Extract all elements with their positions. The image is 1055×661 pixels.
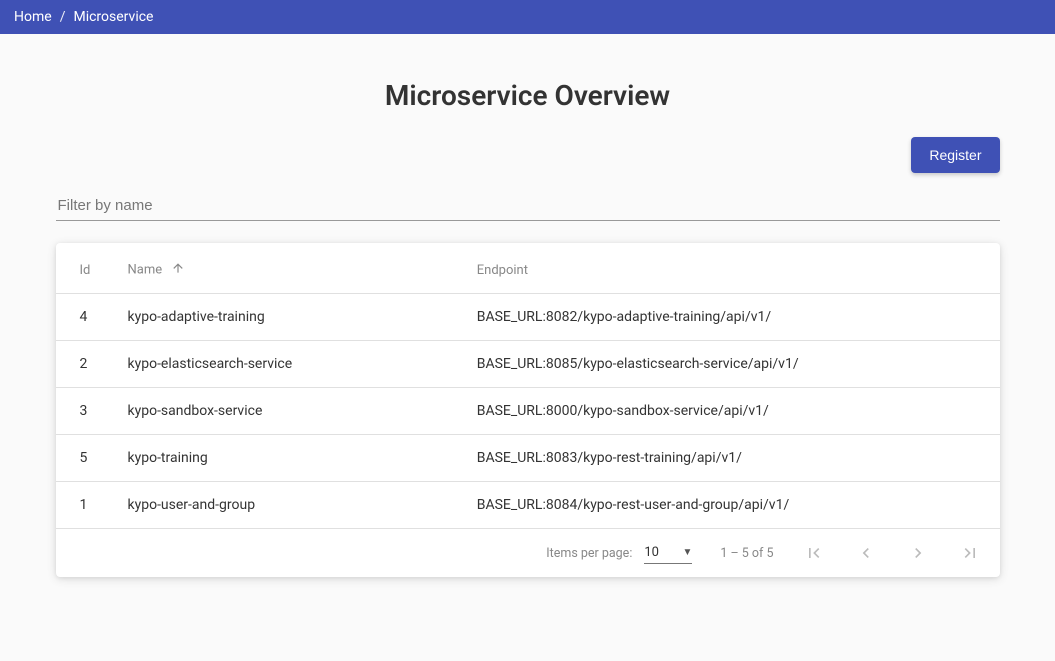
cell-name: kypo-adaptive-training xyxy=(116,294,465,341)
breadcrumb-home-link[interactable]: Home xyxy=(14,9,52,25)
table-row[interactable]: 1kypo-user-and-groupBASE_URL:8084/kypo-r… xyxy=(56,482,1000,529)
cell-endpoint: BASE_URL:8000/kypo-sandbox-service/api/v… xyxy=(465,388,1000,435)
chevron-right-icon xyxy=(908,543,928,563)
cell-name: kypo-user-and-group xyxy=(116,482,465,529)
column-header-name[interactable]: Name xyxy=(116,243,465,294)
cell-endpoint: BASE_URL:8083/kypo-rest-training/api/v1/ xyxy=(465,435,1000,482)
cell-id: 4 xyxy=(56,294,116,341)
microservice-table: Id Name Endpoint 4kypo-adaptive-training… xyxy=(56,243,1000,529)
breadcrumb-current: Microservice xyxy=(73,9,153,25)
table-row[interactable]: 3kypo-sandbox-serviceBASE_URL:8000/kypo-… xyxy=(56,388,1000,435)
breadcrumb-separator: / xyxy=(60,9,66,25)
column-header-name-label: Name xyxy=(128,262,163,277)
register-button[interactable]: Register xyxy=(911,137,999,173)
dropdown-caret-icon: ▼ xyxy=(682,547,692,558)
cell-id: 1 xyxy=(56,482,116,529)
page-size-value: 10 xyxy=(644,545,659,560)
cell-name: kypo-sandbox-service xyxy=(116,388,465,435)
table-row[interactable]: 2kypo-elasticsearch-serviceBASE_URL:8085… xyxy=(56,341,1000,388)
last-page-button[interactable] xyxy=(958,541,982,565)
chevron-left-icon xyxy=(856,543,876,563)
page-range-label: 1 – 5 of 5 xyxy=(720,546,773,561)
sort-ascending-icon xyxy=(171,261,185,279)
cell-id: 5 xyxy=(56,435,116,482)
first-page-icon xyxy=(804,543,824,563)
page-title: Microservice Overview xyxy=(56,79,1000,112)
cell-name: kypo-elasticsearch-service xyxy=(116,341,465,388)
column-header-id[interactable]: Id xyxy=(56,243,116,294)
column-header-endpoint[interactable]: Endpoint xyxy=(465,243,1000,294)
paginator: Items per page: 10 ▼ 1 – 5 of 5 xyxy=(56,529,1000,577)
last-page-icon xyxy=(960,543,980,563)
table-row[interactable]: 5kypo-trainingBASE_URL:8083/kypo-rest-tr… xyxy=(56,435,1000,482)
cell-id: 3 xyxy=(56,388,116,435)
cell-id: 2 xyxy=(56,341,116,388)
next-page-button[interactable] xyxy=(906,541,930,565)
previous-page-button[interactable] xyxy=(854,541,878,565)
items-per-page-label: Items per page: xyxy=(546,546,632,561)
page-size-select[interactable]: 10 ▼ xyxy=(644,542,692,564)
breadcrumb: Home / Microservice xyxy=(0,0,1055,34)
cell-endpoint: BASE_URL:8082/kypo-adaptive-training/api… xyxy=(465,294,1000,341)
microservice-table-card: Id Name Endpoint 4kypo-adaptive-training… xyxy=(56,243,1000,577)
cell-endpoint: BASE_URL:8084/kypo-rest-user-and-group/a… xyxy=(465,482,1000,529)
cell-name: kypo-training xyxy=(116,435,465,482)
first-page-button[interactable] xyxy=(802,541,826,565)
table-row[interactable]: 4kypo-adaptive-trainingBASE_URL:8082/kyp… xyxy=(56,294,1000,341)
cell-endpoint: BASE_URL:8085/kypo-elasticsearch-service… xyxy=(465,341,1000,388)
filter-by-name-input[interactable] xyxy=(56,191,1000,221)
